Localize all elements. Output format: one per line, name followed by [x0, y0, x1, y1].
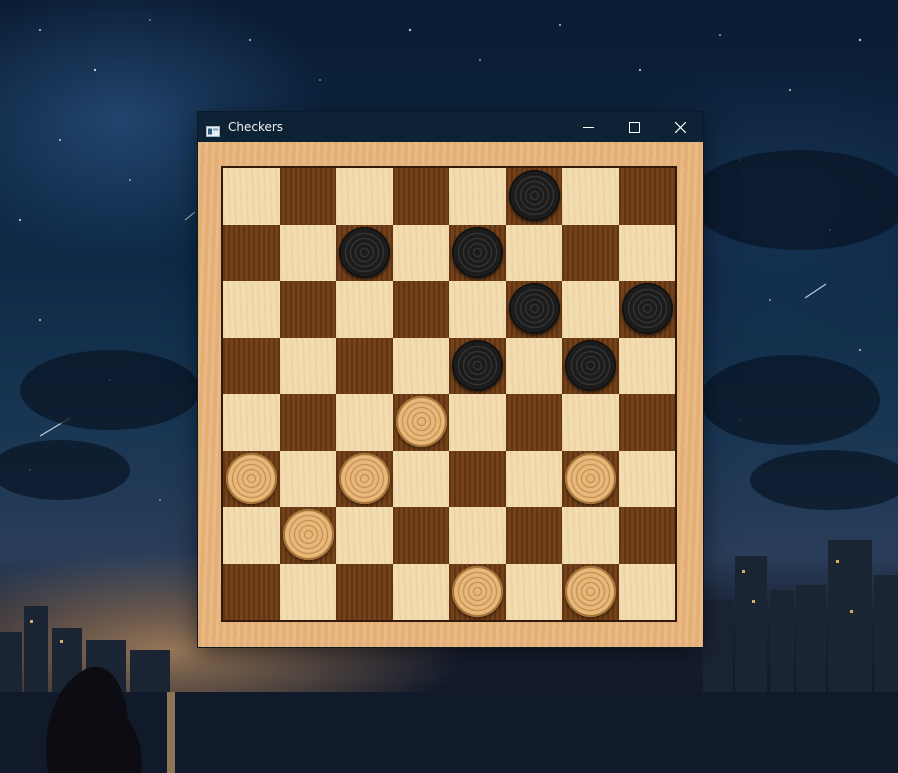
- board-square[interactable]: [336, 168, 393, 225]
- board-square[interactable]: [223, 394, 280, 451]
- board-square[interactable]: [336, 563, 393, 620]
- app-window-icon: [206, 122, 220, 137]
- board-square[interactable]: [505, 224, 562, 281]
- board-square[interactable]: [279, 337, 336, 394]
- board-square[interactable]: [223, 450, 280, 507]
- minimize-button[interactable]: [565, 112, 611, 142]
- white-checker-piece[interactable]: [226, 452, 277, 504]
- board-square[interactable]: [223, 224, 280, 281]
- board-square[interactable]: [562, 394, 619, 451]
- board-square[interactable]: [562, 224, 619, 281]
- board-square[interactable]: [392, 563, 449, 620]
- black-checker-piece[interactable]: [452, 339, 503, 391]
- board-square[interactable]: [449, 168, 506, 225]
- minimize-icon: [582, 126, 594, 128]
- white-checker-piece[interactable]: [339, 452, 390, 504]
- board-square[interactable]: [618, 507, 675, 564]
- white-checker-piece[interactable]: [452, 565, 503, 617]
- board-square[interactable]: [618, 337, 675, 394]
- title-bar[interactable]: Checkers: [198, 112, 703, 142]
- board-square[interactable]: [223, 563, 280, 620]
- board-square[interactable]: [505, 507, 562, 564]
- close-button[interactable]: [657, 112, 703, 142]
- board-square[interactable]: [449, 563, 506, 620]
- board-square[interactable]: [505, 168, 562, 225]
- board-square[interactable]: [336, 337, 393, 394]
- board-square[interactable]: [336, 281, 393, 338]
- board-square[interactable]: [392, 168, 449, 225]
- board-square[interactable]: [449, 507, 506, 564]
- board-square[interactable]: [505, 281, 562, 338]
- board-square[interactable]: [279, 507, 336, 564]
- board-square[interactable]: [449, 281, 506, 338]
- board-square[interactable]: [449, 224, 506, 281]
- board-square[interactable]: [279, 224, 336, 281]
- board-square[interactable]: [392, 224, 449, 281]
- board-square[interactable]: [336, 394, 393, 451]
- checkers-window: Checkers: [198, 112, 703, 647]
- board-square[interactable]: [279, 450, 336, 507]
- board-square[interactable]: [505, 450, 562, 507]
- board-square[interactable]: [449, 337, 506, 394]
- board-square[interactable]: [618, 281, 675, 338]
- board-square[interactable]: [618, 563, 675, 620]
- board-square[interactable]: [392, 337, 449, 394]
- board-square[interactable]: [279, 394, 336, 451]
- board-square[interactable]: [618, 168, 675, 225]
- board-square[interactable]: [392, 281, 449, 338]
- board-square[interactable]: [505, 337, 562, 394]
- white-checker-piece[interactable]: [395, 396, 447, 447]
- black-checker-piece[interactable]: [508, 283, 560, 334]
- board-frame: [198, 142, 703, 647]
- board-square[interactable]: [392, 507, 449, 564]
- board-square[interactable]: [336, 450, 393, 507]
- board-square[interactable]: [562, 450, 619, 507]
- board-square[interactable]: [618, 450, 675, 507]
- board-square[interactable]: [562, 337, 619, 394]
- black-checker-piece[interactable]: [508, 170, 560, 221]
- board-square[interactable]: [223, 507, 280, 564]
- board-square[interactable]: [562, 281, 619, 338]
- board-square[interactable]: [618, 224, 675, 281]
- black-checker-piece[interactable]: [565, 339, 616, 391]
- white-checker-piece[interactable]: [565, 565, 616, 617]
- board-square[interactable]: [505, 394, 562, 451]
- board-square[interactable]: [223, 337, 280, 394]
- board-square[interactable]: [279, 168, 336, 225]
- close-icon: [674, 121, 686, 133]
- board-square[interactable]: [562, 563, 619, 620]
- board-square[interactable]: [562, 507, 619, 564]
- board-square[interactable]: [336, 224, 393, 281]
- board-square[interactable]: [449, 450, 506, 507]
- board-square[interactable]: [562, 168, 619, 225]
- board-square[interactable]: [392, 450, 449, 507]
- board-square[interactable]: [223, 281, 280, 338]
- board-square[interactable]: [449, 394, 506, 451]
- board-square[interactable]: [279, 281, 336, 338]
- checkers-board: [221, 166, 677, 622]
- white-checker-piece[interactable]: [565, 452, 616, 504]
- black-checker-piece[interactable]: [452, 226, 503, 278]
- board-square[interactable]: [223, 168, 280, 225]
- maximize-icon: [628, 121, 640, 133]
- board-square[interactable]: [279, 563, 336, 620]
- maximize-button[interactable]: [611, 112, 657, 142]
- board-square[interactable]: [618, 394, 675, 451]
- window-title: Checkers: [228, 120, 284, 134]
- black-checker-piece[interactable]: [621, 283, 673, 334]
- board-square[interactable]: [336, 507, 393, 564]
- black-checker-piece[interactable]: [339, 226, 390, 278]
- board-square[interactable]: [505, 563, 562, 620]
- white-checker-piece[interactable]: [282, 509, 334, 560]
- board-square[interactable]: [392, 394, 449, 451]
